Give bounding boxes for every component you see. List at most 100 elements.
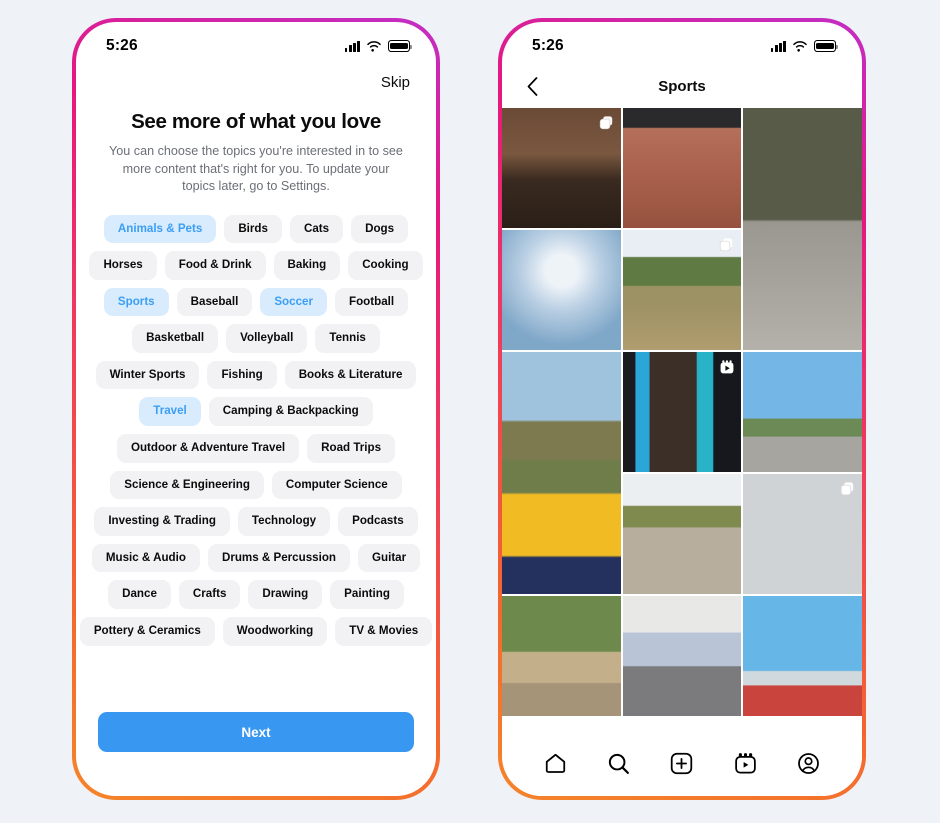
status-bar-right: 5:26 xyxy=(502,22,862,64)
post-runner-prosthetic-leg[interactable] xyxy=(622,474,742,594)
topic-chip-row: Science & Engineering Computer Science xyxy=(94,470,418,500)
post-bmx-rider-park[interactable] xyxy=(502,596,621,716)
next-button[interactable]: Next xyxy=(98,712,414,752)
topic-chip[interactable]: Podcasts xyxy=(338,507,418,536)
topic-chip[interactable]: Books & Literature xyxy=(284,360,417,390)
topic-chip-row: Dance Crafts Drawing Painting xyxy=(94,580,418,610)
post-thumbnail xyxy=(622,596,742,716)
topic-chip[interactable]: Dance xyxy=(108,580,171,610)
post-thumbnail xyxy=(502,230,621,350)
post-softball-player-glove[interactable] xyxy=(622,230,742,350)
right-screen: 5:26 Sports xyxy=(502,22,862,796)
topic-chip[interactable]: Drawing xyxy=(248,580,323,610)
topic-chip[interactable]: Road Trips xyxy=(307,434,396,463)
topic-chip[interactable]: Cats xyxy=(289,214,344,244)
post-soccer-ball-header[interactable] xyxy=(502,352,621,594)
topic-chip-row: Sports Baseball Soccer Football xyxy=(94,287,418,317)
topic-chip[interactable]: Investing & Trading xyxy=(94,507,230,536)
topic-chip[interactable]: Fishing xyxy=(207,360,277,390)
status-icons xyxy=(770,40,839,52)
post-soccer-trophy[interactable] xyxy=(622,352,742,472)
home-icon[interactable] xyxy=(539,746,573,780)
reels-icon xyxy=(719,359,734,374)
nav-bar: Sports xyxy=(502,64,862,108)
signal-bars-icon xyxy=(770,40,786,52)
topic-chip[interactable]: Guitar xyxy=(358,543,421,573)
topic-chip[interactable]: Drums & Percussion xyxy=(207,543,350,573)
topic-chip[interactable]: Tennis xyxy=(315,324,380,353)
topic-chip[interactable]: Science & Engineering xyxy=(110,470,264,500)
bottom-navigation xyxy=(502,738,862,796)
topic-chip[interactable]: Volleyball xyxy=(226,324,308,353)
topic-chip-row: Investing & Trading Technology Podcasts xyxy=(94,507,418,536)
status-time: 5:26 xyxy=(106,37,138,54)
reels-icon[interactable] xyxy=(728,746,762,780)
status-icons xyxy=(344,40,413,52)
topic-chip[interactable]: Birds xyxy=(224,214,282,244)
post-skater-lacing-shoes[interactable] xyxy=(502,108,621,228)
post-basketball-face[interactable] xyxy=(743,596,862,716)
topic-chip[interactable]: Outdoor & Adventure Travel xyxy=(116,434,300,463)
skip-button[interactable]: Skip xyxy=(381,74,410,91)
page-subtitle: You can choose the topics you're interes… xyxy=(109,144,403,193)
topic-chip-row: Animals & Pets Birds Cats Dogs xyxy=(94,214,418,244)
topic-chip[interactable]: Camping & Backpacking xyxy=(208,397,373,427)
post-thumbnail xyxy=(743,352,862,472)
topic-chip[interactable]: Football xyxy=(335,287,409,317)
post-thumbnail xyxy=(622,474,742,594)
phone-mockup-left: 5:26 Skip See more of what you love You … xyxy=(72,18,440,800)
nav-title: Sports xyxy=(658,77,706,95)
topic-chip[interactable]: Travel xyxy=(139,397,201,427)
skip-row: Skip xyxy=(76,64,436,92)
chevron-left-icon xyxy=(527,76,537,96)
topic-chip[interactable]: Technology xyxy=(237,507,331,536)
topic-chip[interactable]: Crafts xyxy=(178,580,241,610)
post-skateboard-flip[interactable] xyxy=(622,108,742,228)
topic-chip[interactable]: Woodworking xyxy=(222,617,328,646)
topic-chip[interactable]: Cooking xyxy=(348,251,423,280)
topic-chip[interactable]: Basketball xyxy=(132,324,219,353)
topic-chip[interactable]: Winter Sports xyxy=(95,360,200,390)
post-thumbnail xyxy=(502,352,621,594)
topic-chip[interactable]: Computer Science xyxy=(271,470,402,500)
carousel-icon xyxy=(720,238,733,252)
post-two-skaters-sunlight[interactable] xyxy=(502,230,621,350)
page-title: See more of what you love xyxy=(131,110,381,133)
topic-chip[interactable]: Dogs xyxy=(351,214,409,244)
topic-chip[interactable]: Food & Drink xyxy=(164,251,266,280)
post-dancer-leap-stairwell[interactable] xyxy=(743,108,862,350)
topic-chip-row: Music & Audio Drums & Percussion Guitar xyxy=(91,543,421,573)
back-button[interactable] xyxy=(518,72,546,100)
topic-chip[interactable]: Animals & Pets xyxy=(103,214,217,244)
topic-chip[interactable]: TV & Movies xyxy=(335,617,433,646)
topic-chip[interactable]: Pottery & Ceramics xyxy=(79,617,215,646)
create-icon[interactable] xyxy=(665,746,699,780)
topic-chip-row: Basketball Volleyball Tennis xyxy=(94,324,418,353)
post-thumbnail xyxy=(743,108,862,350)
next-button-container: Next xyxy=(76,712,436,796)
post-thumbnail xyxy=(743,596,862,716)
carousel-icon xyxy=(840,482,854,496)
post-jumping-in-forest[interactable] xyxy=(743,474,862,594)
topic-chip[interactable]: Soccer xyxy=(260,287,327,317)
profile-icon[interactable] xyxy=(791,746,825,780)
battery-full-icon xyxy=(814,40,839,52)
topic-chip[interactable]: Music & Audio xyxy=(91,543,200,573)
topic-chip-row: Outdoor & Adventure Travel Road Trips xyxy=(94,434,418,463)
topic-chip[interactable]: Baking xyxy=(273,251,341,280)
signal-bars-icon xyxy=(344,40,360,52)
search-icon[interactable] xyxy=(602,746,636,780)
phone-mockup-right: 5:26 Sports xyxy=(498,18,866,800)
topic-chip[interactable]: Baseball xyxy=(176,287,253,317)
topic-chip[interactable]: Horses xyxy=(89,251,157,280)
wifi-icon xyxy=(367,41,381,52)
topic-chip[interactable]: Painting xyxy=(330,580,404,610)
post-basketball-dunk[interactable] xyxy=(743,352,862,472)
topic-chip-row: Winter Sports Fishing Books & Literature xyxy=(94,360,418,390)
status-bar-left: 5:26 xyxy=(76,22,436,64)
topic-chip-row: Pottery & Ceramics Woodworking TV & Movies xyxy=(79,617,433,646)
post-skateboard-shadow[interactable] xyxy=(622,596,742,716)
carousel-icon xyxy=(599,115,614,130)
topic-chip[interactable]: Sports xyxy=(103,287,169,317)
topic-chip-row: Travel Camping & Backpacking xyxy=(94,397,418,427)
